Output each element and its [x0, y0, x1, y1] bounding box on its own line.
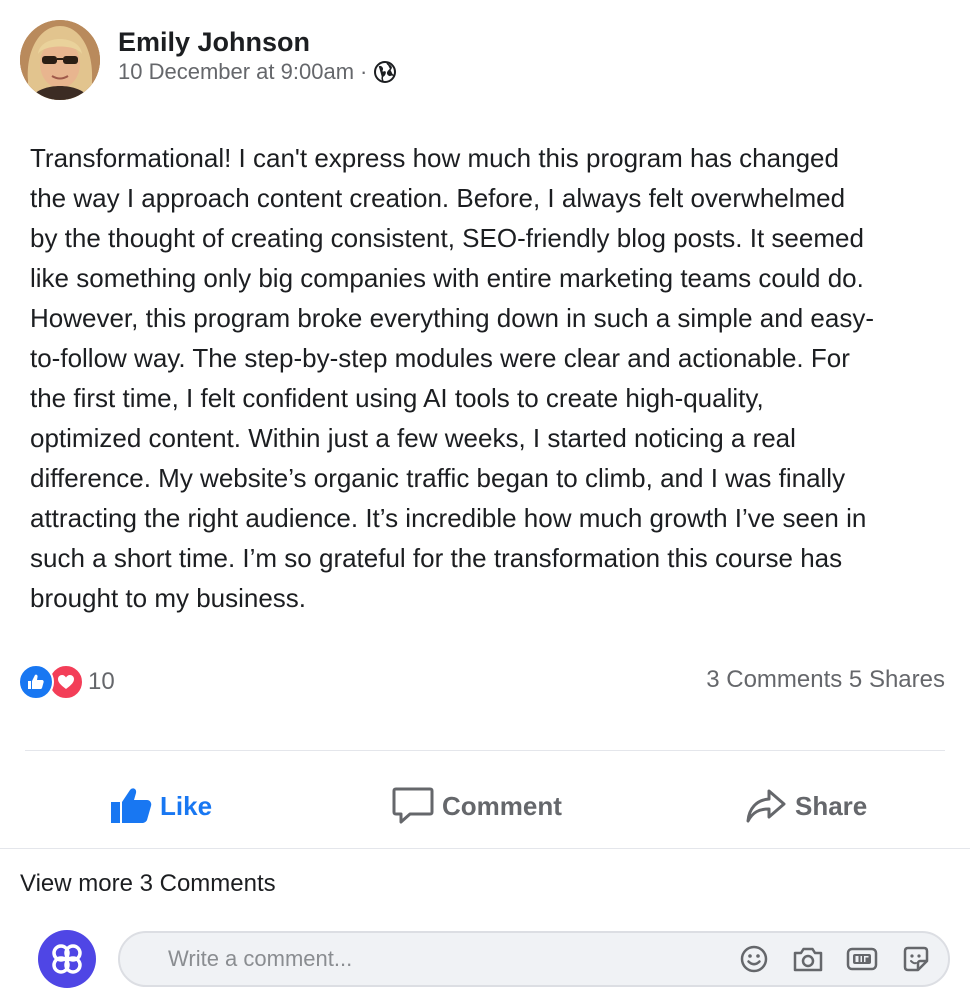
post-header: Emily Johnson 10 December at 9:00am · [20, 20, 397, 100]
view-more-comments-link[interactable]: View more 3 Comments [20, 870, 276, 898]
globe-icon[interactable] [373, 60, 397, 84]
user-avatar[interactable] [38, 930, 96, 988]
comment-composer [38, 928, 950, 990]
thumbs-up-icon [111, 788, 152, 823]
comment-label: Comment [442, 790, 562, 821]
post-timestamp[interactable]: 10 December at 9:00am [118, 58, 354, 86]
camera-icon[interactable] [792, 943, 824, 975]
share-label: Share [795, 790, 868, 821]
share-icon [746, 789, 786, 823]
sticker-icon[interactable] [900, 943, 932, 975]
author-avatar[interactable] [20, 20, 100, 100]
meta-separator: · [360, 59, 368, 84]
reactions-summary[interactable]: 10 [18, 664, 115, 700]
author-photo [20, 20, 100, 100]
comment-input[interactable] [166, 945, 716, 973]
like-button[interactable]: Like [110, 778, 212, 834]
divider [25, 750, 945, 751]
emoji-icon[interactable] [738, 943, 770, 975]
share-button[interactable]: Share [745, 778, 867, 834]
reaction-count: 10 [88, 668, 115, 695]
like-icon [18, 664, 54, 700]
comment-box [118, 931, 950, 987]
post-meta: 10 December at 9:00am · [118, 58, 397, 86]
divider [0, 848, 970, 849]
comment-icon [392, 787, 434, 824]
comment-button[interactable]: Comment [392, 778, 562, 834]
comments-shares-count[interactable]: 3 Comments 5 Shares [706, 666, 945, 694]
like-label: Like [160, 790, 213, 821]
author-block: Emily Johnson 10 December at 9:00am · [118, 26, 397, 86]
post-body: Transformational! I can't express how mu… [30, 143, 874, 613]
gif-icon[interactable] [846, 943, 878, 975]
author-name[interactable]: Emily Johnson [118, 26, 397, 58]
post-actions: Like Comment Share [0, 778, 970, 834]
user-logo-icon [52, 944, 82, 974]
